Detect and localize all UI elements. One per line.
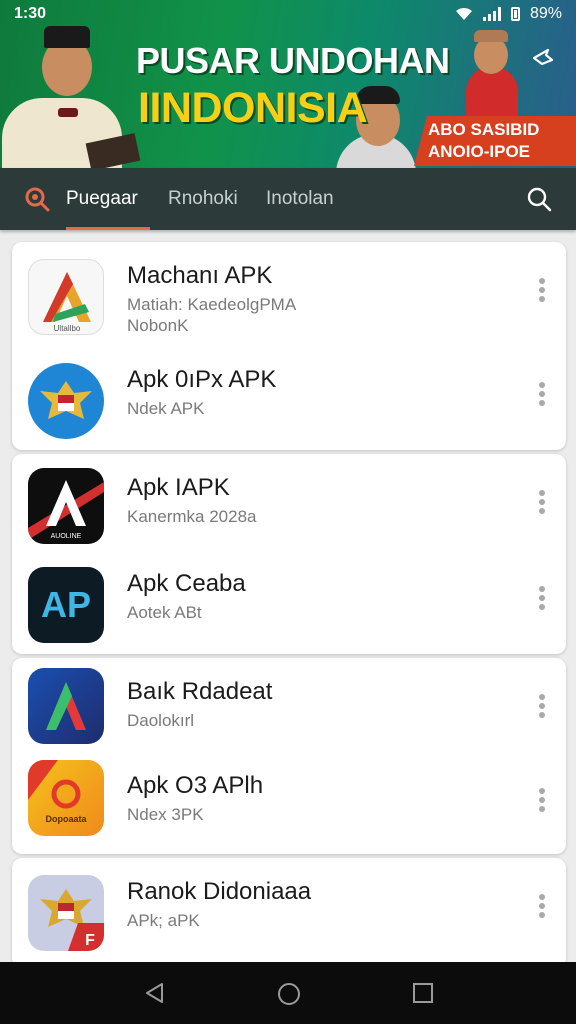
- app-name: Baık Rdadeat: [127, 678, 273, 705]
- banner-title-line2: IINDONISIA: [138, 84, 368, 132]
- tab-rnohoki[interactable]: Rnohoki: [168, 188, 238, 230]
- black-a-logo-icon: AUOLINE: [28, 468, 104, 544]
- more-options-icon[interactable]: [538, 788, 546, 812]
- battery-level: 89%: [529, 5, 562, 22]
- triangle-a-logo-icon: Ultallbo: [28, 259, 104, 335]
- promo-badge[interactable]: ABO SASIBID ANOIO-IPOE: [414, 116, 576, 166]
- home-icon[interactable]: [277, 982, 301, 1006]
- app-subtitle: Ndek APK: [127, 399, 205, 418]
- more-options-icon[interactable]: [538, 278, 546, 302]
- svg-text:AP: AP: [41, 584, 91, 625]
- list-item[interactable]: Ultallbo Machanı APK Matiah: KaedeolgPMA…: [12, 242, 566, 346]
- wifi-icon: [455, 7, 472, 20]
- app-subtitle: Ndex 3PK: [127, 805, 204, 824]
- app1-icon-text: Ultallbo: [54, 324, 81, 333]
- orange-app-logo-icon: Dopoaata: [28, 760, 104, 836]
- more-options-icon[interactable]: [538, 382, 546, 406]
- app-card: AUOLINE Apk IAPK Kanermka 2028a AP Apk C…: [12, 454, 566, 654]
- app-card: F Ranok Didoniaaa APk; aPK: [12, 858, 566, 968]
- signal-icon: [482, 7, 501, 21]
- banner-person-left: [0, 20, 141, 168]
- app-subtitle: Daolokırl: [127, 711, 195, 730]
- app-subtitle: Aotek ABt: [127, 603, 202, 622]
- app6-icon-text: Dopoaata: [45, 814, 87, 824]
- app-card: Baık Rdadeat Daolokırl Dopoaata Apk O3 A…: [12, 658, 566, 854]
- app-name: Apk 0ıPx APK: [127, 366, 277, 393]
- tab-puegaar[interactable]: Puegaar: [66, 188, 150, 230]
- promo-line1: ABO SASIBID: [428, 120, 540, 139]
- banner-person-right: [452, 24, 528, 126]
- app-subtitle: Matiah: KaedeolgPMA NobonK: [127, 295, 297, 335]
- search-logo-icon[interactable]: [24, 186, 50, 212]
- status-time: 1:30: [14, 5, 47, 22]
- garuda-emblem-icon: [28, 363, 104, 439]
- tab-bar: Puegaar Rnohoki Inotolan: [0, 168, 576, 230]
- svg-text:F: F: [85, 932, 95, 949]
- system-nav-bar: [0, 962, 576, 1024]
- hero-banner[interactable]: 1:30 89% PUSAR UNDOHAN IINDONISIA ABO SA…: [0, 0, 576, 168]
- more-options-icon[interactable]: [538, 694, 546, 718]
- list-item[interactable]: F Ranok Didoniaaa APk; aPK: [12, 858, 566, 962]
- list-item[interactable]: Apk 0ıPx APK Ndek APK: [12, 346, 566, 450]
- list-item[interactable]: AP Apk Ceaba Aotek ABt: [12, 550, 566, 654]
- back-icon[interactable]: [144, 982, 166, 1004]
- promo-line2: ANOIO-IPOE: [428, 142, 531, 161]
- gradient-a-logo-icon: [28, 668, 104, 744]
- more-options-icon[interactable]: [538, 586, 546, 610]
- app-name: Apk Ceaba: [127, 570, 246, 597]
- app-name: Apk O3 APlh: [127, 772, 264, 799]
- more-options-icon[interactable]: [538, 894, 546, 918]
- list-item[interactable]: Baık Rdadeat Daolokırl: [12, 658, 566, 762]
- ap-logo-icon: AP: [28, 567, 104, 643]
- app3-icon-text: AUOLINE: [51, 533, 82, 540]
- garuda-flag-emblem-icon: F: [28, 875, 104, 951]
- app-name: Machanı APK: [127, 262, 273, 289]
- search-icon[interactable]: [526, 186, 552, 212]
- app-card: Ultallbo Machanı APK Matiah: KaedeolgPMA…: [12, 242, 566, 450]
- more-options-icon[interactable]: [538, 490, 546, 514]
- list-item[interactable]: Dopoaata Apk O3 APlh Ndex 3PK: [12, 752, 566, 856]
- app-name: Apk IAPK: [127, 474, 230, 501]
- list-item[interactable]: AUOLINE Apk IAPK Kanermka 2028a: [12, 454, 566, 558]
- share-icon[interactable]: [530, 44, 556, 70]
- battery-icon: [510, 7, 520, 21]
- app-subtitle: APk; aPK: [127, 911, 200, 930]
- banner-title-line1: PUSAR UNDOHAN: [136, 40, 450, 81]
- status-bar: 1:30 89%: [0, 0, 576, 28]
- recents-icon[interactable]: [412, 982, 434, 1004]
- app-name: Ranok Didoniaaa: [127, 878, 312, 905]
- tab-inotolan[interactable]: Inotolan: [266, 188, 334, 230]
- app-subtitle: Kanermka 2028a: [127, 507, 257, 526]
